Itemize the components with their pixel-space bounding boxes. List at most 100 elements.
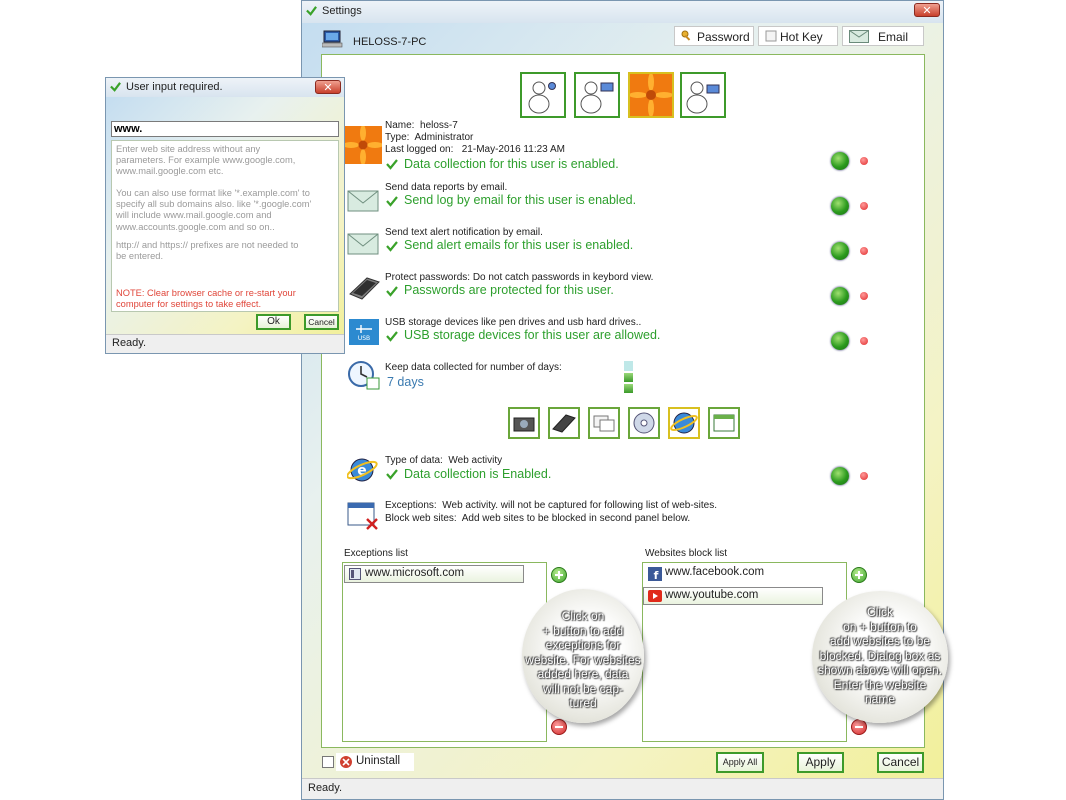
feature-windows[interactable] [588, 407, 620, 439]
apply-all-button[interactable]: Apply All [716, 752, 764, 773]
user-input-dialog: User input required. ✕ Enter web site ad… [105, 77, 345, 354]
password-protect-label: Protect passwords: Do not catch password… [385, 272, 654, 283]
help-text-2: You can also use format like '*.example.… [116, 188, 312, 232]
usb-label: USB storage devices like pen drives and … [385, 317, 642, 328]
user-tile-1[interactable] [520, 72, 566, 118]
email-label: Email [878, 30, 909, 44]
app-logo-icon [306, 6, 317, 16]
user-avatar [344, 126, 382, 164]
feature-keyboard[interactable] [548, 407, 580, 439]
usb-icon: USB [349, 319, 379, 345]
remove-exception-button[interactable] [551, 719, 567, 735]
list-item[interactable]: www.microsoft.com [344, 565, 524, 583]
keyboard-icon [552, 414, 576, 433]
help-text-3: http:// and https:// prefixes are not ne… [116, 240, 299, 262]
dialog-titlebar[interactable]: User input required. ✕ [106, 78, 344, 98]
settings-close-button[interactable]: ✕ [914, 3, 940, 17]
list-item[interactable]: f www.facebook.com [645, 565, 825, 583]
enable-toggle[interactable] [831, 467, 849, 485]
days-spin-down[interactable] [624, 384, 633, 393]
disable-toggle[interactable] [860, 157, 868, 165]
user-status: Data collection for this user is enabled… [404, 157, 619, 171]
disable-toggle[interactable] [860, 202, 868, 210]
add-exception-button[interactable] [551, 567, 567, 583]
dialog-cancel-button[interactable]: Cancel [304, 314, 339, 330]
feature-camera[interactable] [508, 407, 540, 439]
uninstall-icon [340, 756, 352, 768]
enable-toggle[interactable] [831, 152, 849, 170]
user-tile-2[interactable] [574, 72, 620, 118]
list-item[interactable]: www.youtube.com [643, 587, 823, 605]
keep-days-value[interactable]: 7 days [387, 375, 424, 389]
user-name: Name: heloss-7 [385, 120, 458, 131]
disable-toggle[interactable] [860, 247, 868, 255]
dialog-ok-button[interactable]: Ok [256, 314, 291, 330]
user-settings-icon [528, 81, 556, 114]
flower-avatar-icon [629, 73, 673, 117]
disable-toggle[interactable] [860, 472, 868, 480]
hot-key-button[interactable]: Hot Key [758, 26, 838, 46]
add-blocked-site-button[interactable] [851, 567, 867, 583]
user-last-logged: Last logged on: 21-May-2016 11:23 AM [385, 144, 565, 155]
cancel-button[interactable]: Cancel [877, 752, 924, 773]
settings-titlebar[interactable]: Settings ✕ [302, 1, 943, 24]
email-button[interactable]: Email [842, 26, 924, 46]
block-list-title: Websites block list [645, 548, 728, 559]
exceptions-info-1: Exceptions: Web activity. will not be ca… [385, 500, 718, 511]
globe-icon [670, 412, 698, 434]
window-icon [713, 414, 735, 432]
facebook-icon: f [648, 567, 662, 581]
user-tile-3-selected[interactable] [628, 72, 674, 118]
email-reports-label: Send data reports by email. [385, 182, 508, 193]
help-text-1: Enter web site address without any parame… [116, 144, 296, 177]
apply-button[interactable]: Apply [797, 752, 844, 773]
user-type: Type: Administrator [385, 132, 474, 143]
clock-calendar-icon [348, 361, 380, 390]
disable-toggle[interactable] [860, 292, 868, 300]
check-icon [386, 331, 398, 342]
check-icon [386, 469, 398, 480]
check-icon [386, 196, 398, 207]
ie-globe-icon: e [347, 458, 378, 482]
keep-days-label: Keep data collected for number of days: [385, 362, 562, 373]
usb-status: USB storage devices for this user are al… [404, 328, 661, 342]
enable-toggle[interactable] [831, 287, 849, 305]
uninstall-button[interactable]: Uninstall [336, 753, 414, 771]
help-note: NOTE: Clear browser cache or re-start yo… [116, 288, 296, 310]
uninstall-checkbox[interactable] [322, 756, 334, 768]
exceptions-help-text: Click on + button to add exceptions for web… [525, 609, 641, 710]
exceptions-list[interactable] [342, 562, 547, 742]
dialog-close-button[interactable]: ✕ [315, 80, 341, 94]
password-button[interactable]: Password [674, 26, 754, 46]
keyboard-icon [349, 277, 380, 300]
dialog-statusbar: Ready. [106, 334, 344, 353]
settings-statusbar: Ready. [302, 778, 943, 799]
website-input[interactable] [111, 121, 339, 137]
feature-web-selected[interactable] [668, 407, 700, 439]
hot-key-label: Hot Key [780, 30, 823, 44]
check-icon [386, 286, 398, 297]
disable-toggle[interactable] [860, 337, 868, 345]
days-spin-mid[interactable] [624, 373, 633, 382]
user-tile-4[interactable] [680, 72, 726, 118]
hot-key-icon [765, 30, 777, 45]
check-icon [386, 241, 398, 252]
disc-icon [633, 412, 655, 434]
enable-toggle[interactable] [831, 242, 849, 260]
check-icon [386, 159, 398, 170]
enable-toggle[interactable] [831, 332, 849, 350]
enable-toggle[interactable] [831, 197, 849, 215]
camera-icon [513, 417, 535, 432]
svg-text:f: f [654, 569, 659, 581]
key-icon [681, 30, 693, 45]
user-monitor-icon [686, 81, 720, 114]
feature-media[interactable] [628, 407, 660, 439]
settings-title: Settings [322, 5, 362, 17]
email-reports-status: Send log by email for this user is enabl… [404, 193, 637, 207]
dialog-title: User input required. [126, 81, 223, 93]
feature-window[interactable] [708, 407, 740, 439]
days-spin-up[interactable] [624, 361, 633, 371]
email-icon [849, 30, 869, 46]
alert-email-status: Send alert emails for this user is enabl… [404, 238, 634, 252]
data-type: Type of data: Web activity [385, 455, 503, 466]
